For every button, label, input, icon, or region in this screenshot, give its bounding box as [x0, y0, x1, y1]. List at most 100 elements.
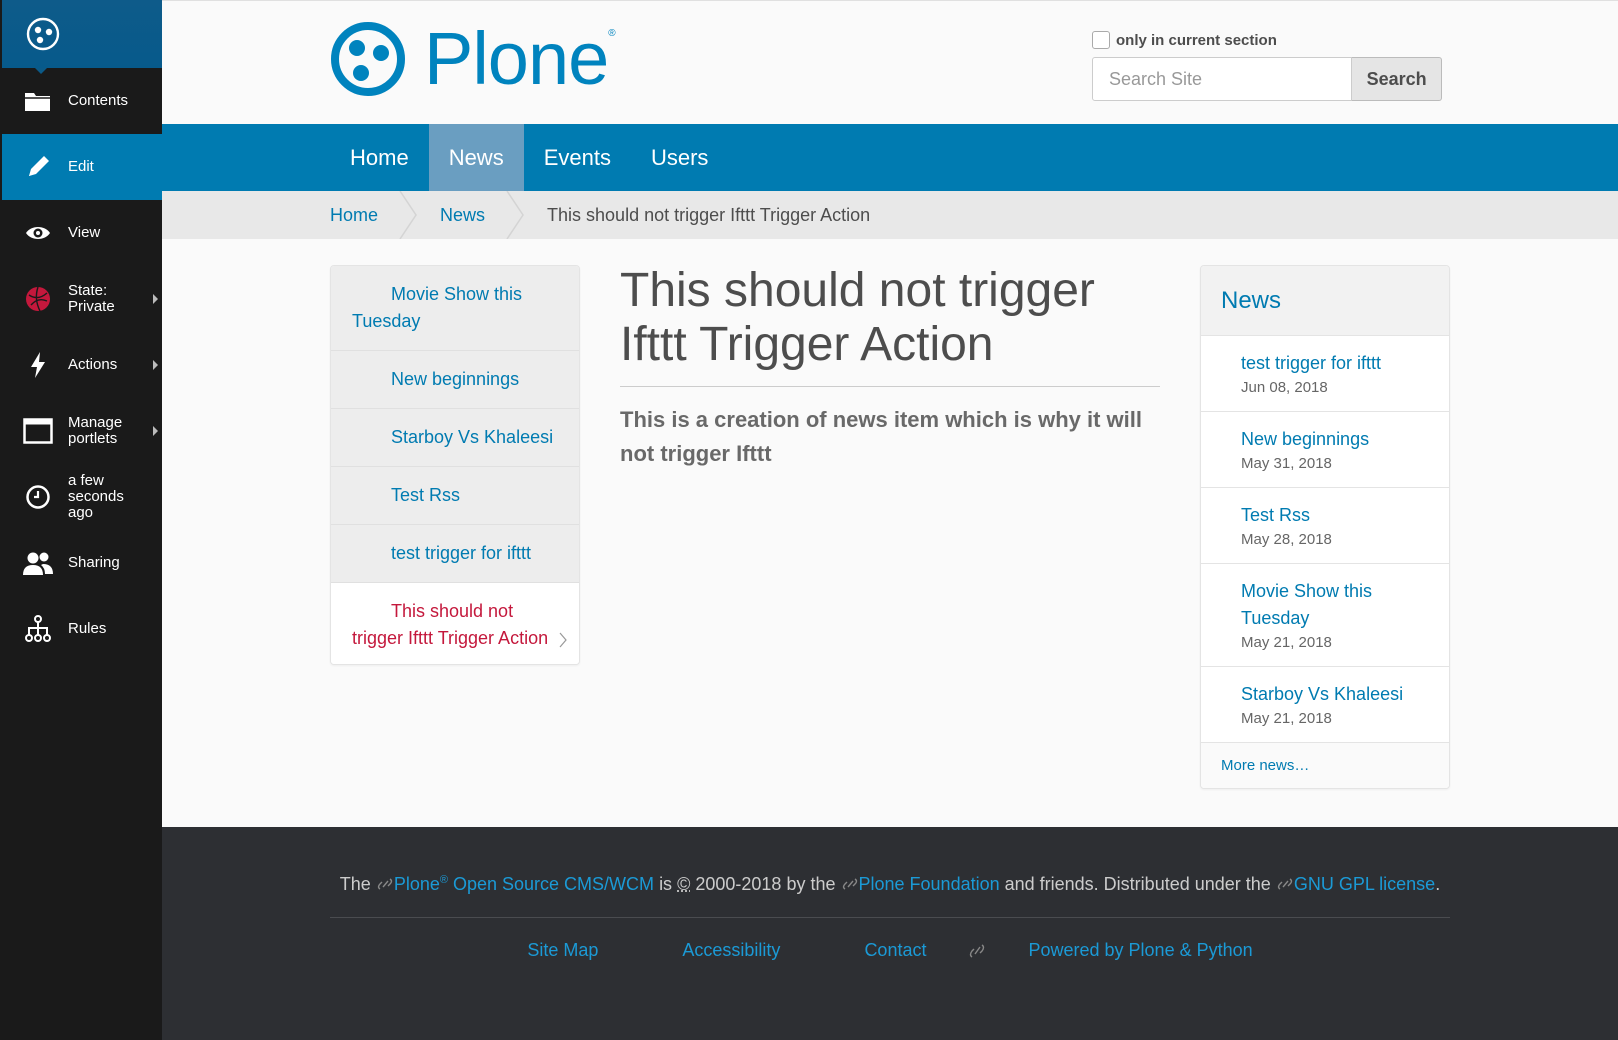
- toolbar-history[interactable]: a few seconds ago: [2, 464, 162, 530]
- news-item: test trigger for ifttt Jun 08, 2018: [1201, 336, 1449, 412]
- plone-toolbar: Contents Edit View State: Private Action…: [0, 0, 162, 1040]
- toolbar-state-line1: State:: [68, 282, 108, 299]
- navigation-portlet: Movie Show this Tuesday New beginnings S…: [330, 265, 580, 665]
- nav-portlet-item[interactable]: Movie Show this Tuesday: [331, 266, 579, 351]
- news-item-title[interactable]: New beginnings: [1241, 426, 1429, 453]
- news-item: Starboy Vs Khaleesi May 21, 2018: [1201, 667, 1449, 743]
- logo-wordmark: Plone: [424, 17, 609, 100]
- toolbar-logo[interactable]: [2, 0, 162, 74]
- search-form: only in current section Search Site Sear…: [1092, 31, 1442, 101]
- toolbar-history-line1: a few: [68, 472, 104, 489]
- breadcrumb-current: This should not trigger Ifttt Trigger Ac…: [547, 204, 871, 225]
- toolbar-rules[interactable]: Rules: [2, 596, 162, 662]
- logo-registered-mark: ®: [608, 27, 616, 39]
- news-item: Movie Show this Tuesday May 21, 2018: [1201, 564, 1449, 667]
- toolbar-history-line2: seconds: [68, 488, 124, 505]
- nav-portlet-current-label: This should not trigger Ifttt Trigger Ac…: [352, 601, 549, 648]
- footer-links: Site Map Accessibility Contact Powered b…: [330, 940, 1450, 961]
- lightning-icon: [22, 349, 54, 381]
- search-input[interactable]: Search Site: [1092, 57, 1353, 101]
- nav-portlet-item[interactable]: Starboy Vs Khaleesi: [331, 409, 579, 467]
- news-portlet: News test trigger for ifttt Jun 08, 2018…: [1200, 265, 1450, 789]
- nav-tab-users[interactable]: Users: [631, 124, 728, 191]
- search-row: Search Site Search: [1092, 57, 1442, 101]
- toolbar-rules-label: Rules: [68, 620, 107, 637]
- toolbar-sharing[interactable]: Sharing: [2, 530, 162, 596]
- site-logo[interactable]: Plone ®: [330, 21, 616, 97]
- page-description: This is a creation of news item which is…: [620, 407, 1143, 466]
- news-item-date: Jun 08, 2018: [1241, 379, 1328, 396]
- footer-text-friends: and friends. Distributed under the: [1004, 874, 1271, 894]
- footer-link-contact[interactable]: Contact: [864, 940, 926, 961]
- more-news-link[interactable]: More news…: [1201, 743, 1449, 788]
- breadcrumb-news[interactable]: News: [440, 205, 485, 226]
- toolbar-manage-portlets[interactable]: Manage portlets: [2, 398, 162, 464]
- news-item-date: May 28, 2018: [1241, 531, 1332, 548]
- breadcrumb-home[interactable]: Home: [330, 205, 378, 226]
- nav-portlet-item-current[interactable]: This should not trigger Ifttt Trigger Ac…: [331, 583, 579, 664]
- news-item-date: May 21, 2018: [1241, 710, 1332, 727]
- page-title: This should not trigger Ifttt Trigger Ac…: [620, 264, 1160, 387]
- footer-registered-mark: ®: [439, 874, 448, 886]
- nav-portlet-item[interactable]: test trigger for ifttt: [331, 525, 579, 583]
- toolbar-state-line2: Private: [68, 298, 115, 315]
- footer-link-sitemap[interactable]: Site Map: [527, 940, 598, 961]
- nav-tab-news[interactable]: News: [428, 124, 524, 191]
- submenu-arrow-icon: [153, 426, 158, 436]
- footer-license: The Plone® Open Source CMS/WCM is © 2000…: [330, 867, 1450, 898]
- link-icon: [842, 878, 857, 890]
- link-icon: [377, 878, 393, 890]
- toolbar-history-label: a few seconds ago: [68, 473, 124, 521]
- footer-plone-link[interactable]: Plone: [394, 874, 440, 894]
- nav-tab-events[interactable]: Events: [524, 124, 631, 191]
- footer-gpl-link[interactable]: GNU GPL license: [1294, 874, 1435, 894]
- footer-copyright-mark: ©: [677, 874, 691, 894]
- pencil-icon: [22, 151, 54, 183]
- toolbar-sharing-label: Sharing: [68, 554, 120, 571]
- state-icon: [22, 283, 54, 315]
- plone-logo-icon: [331, 22, 405, 96]
- toolbar-state[interactable]: State: Private: [2, 266, 162, 332]
- footer-link-powered-by[interactable]: Powered by Plone & Python: [1028, 940, 1252, 961]
- toolbar-manage-portlets-label: Manage portlets: [68, 415, 122, 447]
- toolbar-actions[interactable]: Actions: [2, 332, 162, 398]
- nav-tab-home[interactable]: Home: [330, 124, 429, 191]
- toolbar-contents[interactable]: Contents: [2, 68, 162, 134]
- footer-divider: [330, 917, 1450, 918]
- footer-foundation-link[interactable]: Plone Foundation: [859, 874, 1000, 894]
- toolbar-view-label: View: [68, 224, 101, 241]
- folder-icon: [22, 85, 54, 117]
- toolbar-view[interactable]: View: [2, 200, 162, 266]
- search-button[interactable]: Search: [1352, 57, 1442, 101]
- toolbar-edit-label: Edit: [68, 158, 94, 175]
- footer-text-the: The: [339, 874, 371, 894]
- window-icon: [22, 415, 54, 447]
- global-nav: Home News Events Users: [162, 124, 1618, 191]
- news-item-title[interactable]: Movie Show this Tuesday: [1241, 578, 1429, 632]
- footer-link-accessibility[interactable]: Accessibility: [682, 940, 780, 961]
- toolbar-actions-label: Actions: [68, 356, 118, 373]
- footer-cms-link[interactable]: Open Source CMS/WCM: [453, 874, 654, 894]
- news-item-title[interactable]: Test Rss: [1241, 502, 1429, 529]
- footer-text-years: 2000-2018 by the: [695, 874, 836, 894]
- site-header: Plone ® only in current section Search S…: [162, 0, 1618, 124]
- people-icon: [22, 547, 54, 579]
- submenu-arrow-icon: [153, 294, 158, 304]
- news-item-date: May 21, 2018: [1241, 634, 1332, 651]
- nav-portlet-item[interactable]: New beginnings: [331, 351, 579, 409]
- current-section-label: only in current section: [1116, 31, 1277, 49]
- breadcrumb: Home News This should not trigger Ifttt …: [162, 191, 1618, 239]
- plone-logo-icon: [26, 17, 60, 51]
- news-portlet-title[interactable]: News: [1201, 266, 1449, 336]
- toolbar-edit[interactable]: Edit: [2, 134, 162, 200]
- news-item-title[interactable]: Starboy Vs Khaleesi: [1241, 681, 1429, 708]
- rules-icon: [22, 613, 54, 645]
- current-section-checkbox[interactable]: [1092, 31, 1110, 49]
- link-icon: [970, 943, 985, 958]
- footer-text-is: is: [659, 874, 673, 894]
- submenu-arrow-icon: [153, 360, 158, 370]
- nav-portlet-item[interactable]: Test Rss: [331, 467, 579, 525]
- news-item-title[interactable]: test trigger for ifttt: [1241, 350, 1429, 377]
- toolbar-state-label: State: Private: [68, 283, 115, 315]
- main-content: This should not trigger Ifttt Trigger Ac…: [620, 264, 1160, 471]
